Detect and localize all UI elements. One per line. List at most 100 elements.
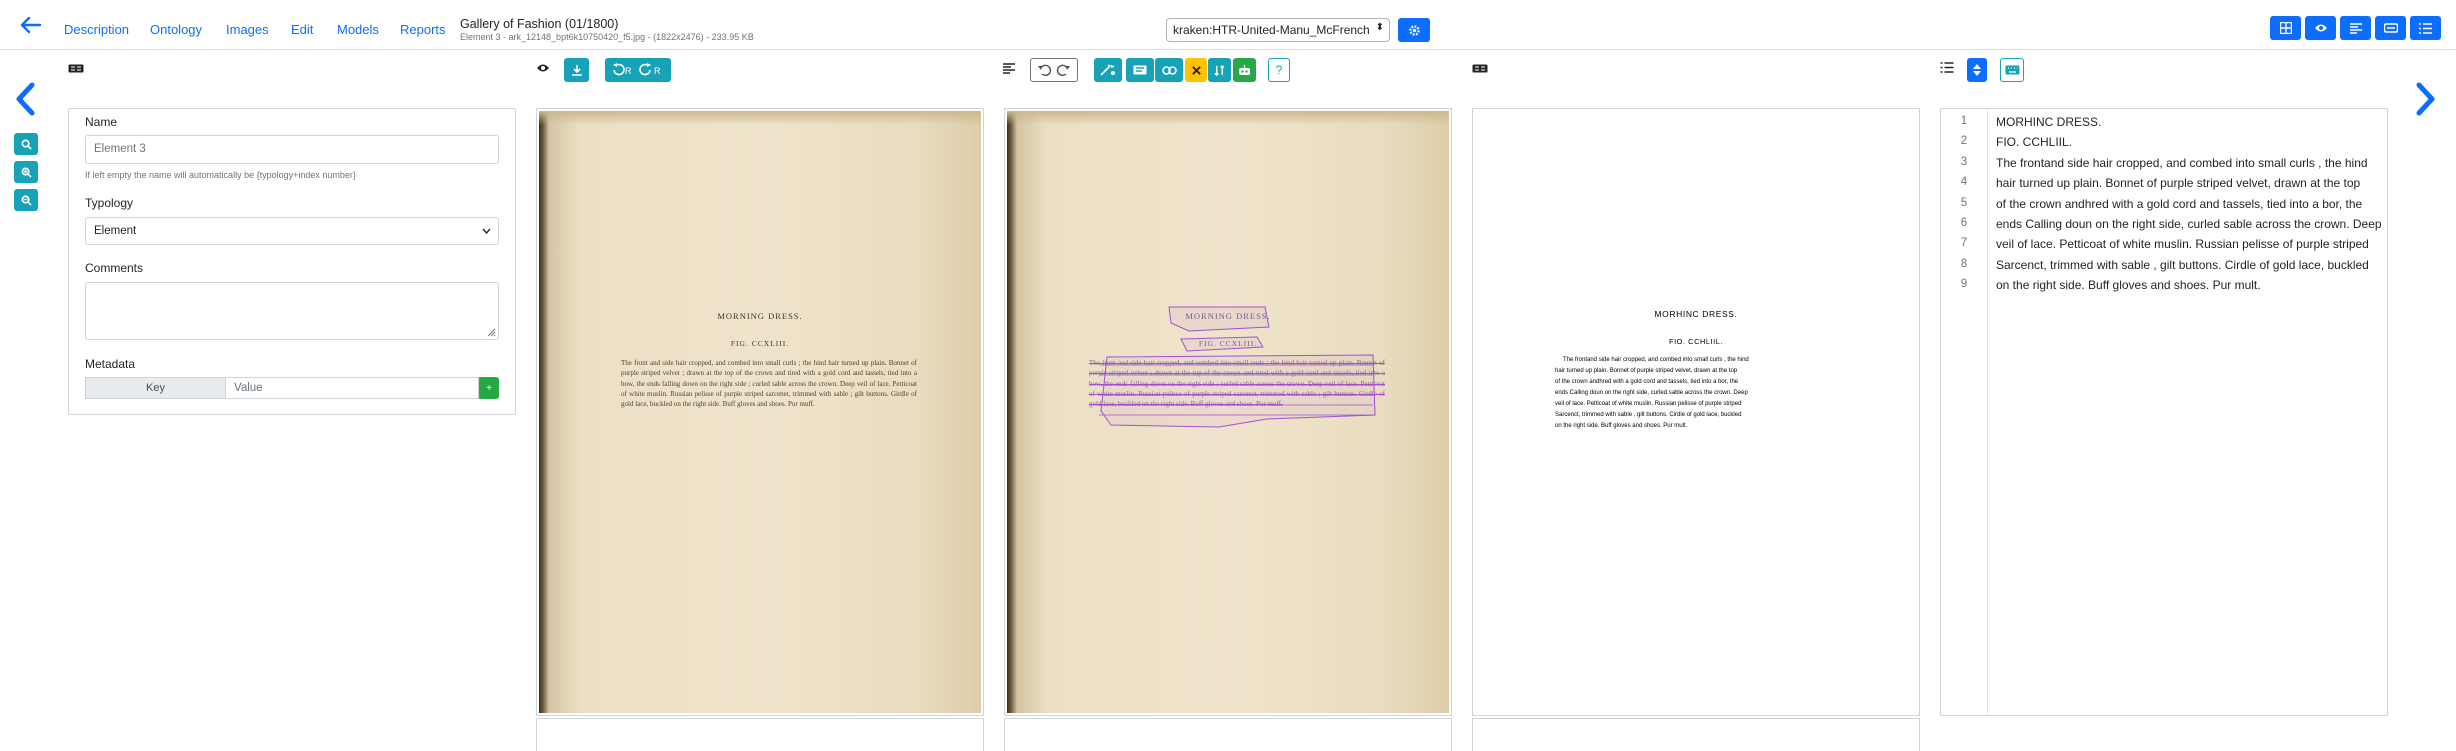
comments-textarea[interactable] (85, 282, 499, 340)
text-panel-button[interactable] (2340, 16, 2371, 40)
rotate-group: R R (605, 58, 671, 82)
transcription-panel[interactable]: 1 MORHINC DRESS. 2 FIO. CCHLIIL. 3 The fron… (1940, 108, 2388, 716)
line-text[interactable]: on the right side. Buff gloves and shoes… (1996, 278, 2261, 292)
line-text[interactable]: Sarcenct, trimmed with sable , gilt butt… (1996, 258, 2369, 272)
ocr-line: Sarcenct, trimmed with sable , gilt butt… (1555, 412, 1742, 418)
back-arrow-icon[interactable] (20, 16, 42, 34)
document-title: Gallery of Fashion (01/1800) (460, 17, 619, 31)
ocr-preview-panel: MORHINC DRESS. FIO. CCHLIIL. The frontan… (1472, 108, 1920, 716)
keyboard-button[interactable] (2000, 58, 2024, 82)
zoom-out-icon (21, 195, 32, 206)
typology-label: Typology (85, 196, 134, 210)
region-mode-icon (1133, 65, 1147, 75)
line-text[interactable]: MORHINC DRESS. (1996, 115, 2101, 129)
search-button[interactable] (14, 133, 38, 155)
sort-arrows-icon (1973, 64, 1981, 76)
page-body: The front and side hair cropped, and com… (621, 359, 917, 409)
select-caret-icon: ⬍ (1375, 22, 1384, 33)
nav-edit[interactable]: Edit (291, 22, 313, 37)
page-fig: FIG. CCXLIII. (730, 339, 790, 348)
ocr-line: The frontand side hair cropped, and comb… (1563, 357, 1749, 363)
segmentation-overlay[interactable] (1007, 111, 1449, 713)
link-mode-button[interactable] (1155, 58, 1183, 82)
line-text[interactable]: The frontand side hair cropped, and comb… (1996, 156, 2368, 170)
panel-eye-icon[interactable] (536, 63, 550, 73)
list-panel-button[interactable] (2410, 16, 2441, 40)
help-button[interactable]: ? (1268, 58, 1290, 82)
segmentation-page-image: MORNING DRESS. FIG. CCXLIII. The front a… (1007, 111, 1449, 713)
ocr-line: hair turned up plain. Bonnet of purple s… (1555, 368, 1738, 374)
comments-label: Comments (85, 261, 144, 275)
model-select[interactable]: kraken:HTR-United-Manu_McFrench ⬍ (1166, 18, 1390, 42)
robot-icon (1239, 64, 1250, 75)
top-navbar: Description Ontology Images Edit Models … (0, 0, 2456, 50)
line-number: 9 (1960, 278, 1968, 291)
model-settings-button[interactable] (1398, 18, 1430, 42)
panel-metadata-icon[interactable] (68, 64, 84, 73)
rotate-right-icon[interactable]: R (638, 63, 666, 77)
line-text[interactable]: FIO. CCHLIIL. (1996, 135, 2072, 149)
line-number: 5 (1960, 196, 1968, 209)
line-number: 1 (1960, 115, 1968, 127)
metadata-value-placeholder: Value (234, 382, 263, 394)
chevron-down-icon (482, 228, 491, 234)
download-icon (571, 65, 582, 76)
nav-images[interactable]: Images (226, 22, 269, 37)
search-icon (21, 139, 32, 150)
metadata-value-input[interactable]: Value (225, 377, 479, 399)
download-button[interactable] (564, 58, 589, 82)
auto-segment-button[interactable] (1233, 58, 1256, 82)
zoom-in-button[interactable] (14, 161, 38, 183)
nav-models[interactable]: Models (337, 22, 379, 37)
segmentation-footer (1004, 718, 1452, 751)
gear-icon (1408, 24, 1420, 36)
nav-reports[interactable]: Reports (400, 22, 446, 37)
ocr-line: MORHINC DRESS. (1654, 309, 1738, 319)
keyboard-icon (2005, 65, 2019, 75)
line-number: 6 (1960, 217, 1968, 229)
ocr-line: of the crown andhred with a gold cord an… (1555, 379, 1739, 385)
reorder-button[interactable] (1208, 58, 1231, 82)
segmentation-panel[interactable]: MORNING DRESS. FIG. CCXLIII. The front a… (1004, 108, 1452, 716)
sort-icon (1214, 64, 1225, 76)
page-image: MORNING DRESS. FIG. CCXLIII. The front a… (539, 111, 981, 713)
next-page-icon[interactable] (2415, 82, 2437, 116)
line-text[interactable]: ends Calling doun on the right side, cur… (1996, 217, 2382, 231)
name-input[interactable]: Element 3 (85, 135, 499, 164)
line-number: 8 (1960, 257, 1968, 270)
gutter-divider (1987, 109, 1988, 715)
panel-list-icon[interactable] (1940, 62, 1954, 73)
line-text[interactable]: hair turned up plain. Bonnet of purple s… (1996, 176, 2360, 190)
nav-ontology[interactable]: Ontology (150, 22, 202, 37)
zoom-out-button[interactable] (14, 189, 38, 211)
panel-region-icon[interactable] (1472, 64, 1488, 73)
add-metadata-button[interactable]: + (479, 377, 499, 399)
previous-page-icon[interactable] (14, 82, 36, 116)
line-text[interactable]: of the crown andhred with a gold cord an… (1996, 197, 2362, 211)
tools-button[interactable] (1094, 58, 1122, 82)
region-mode-button[interactable] (1126, 58, 1154, 82)
typology-value: Element (94, 225, 137, 237)
align-left-icon (2349, 22, 2362, 34)
ocr-preview-footer (1472, 718, 1920, 751)
zoom-in-icon (21, 167, 32, 178)
undo-icon[interactable] (1036, 63, 1054, 77)
original-image-footer (536, 718, 984, 751)
grid-view-button[interactable] (2270, 16, 2301, 40)
typology-select[interactable]: Element (85, 217, 499, 245)
cut-button[interactable] (1185, 58, 1207, 82)
svg-text:R: R (654, 66, 661, 76)
nav-description[interactable]: Description (64, 22, 129, 37)
sort-lines-button[interactable] (1967, 58, 1987, 82)
original-image-panel[interactable]: MORNING DRESS. FIG. CCXLIII. The front a… (536, 108, 984, 716)
toggle-visibility-button[interactable] (2305, 16, 2336, 40)
resize-handle-icon[interactable] (487, 328, 496, 337)
panel-text-icon[interactable] (1003, 63, 1015, 74)
redo-icon[interactable] (1054, 63, 1072, 77)
segmentation-panel-button[interactable] (2375, 16, 2406, 40)
scissors-icon (1191, 65, 1201, 75)
line-number: 2 (1960, 135, 1968, 148)
rotate-left-icon[interactable]: R (610, 63, 638, 77)
line-text[interactable]: veil of lace. Petticoat of white muslin.… (1996, 237, 2369, 251)
list-icon (2419, 22, 2432, 34)
